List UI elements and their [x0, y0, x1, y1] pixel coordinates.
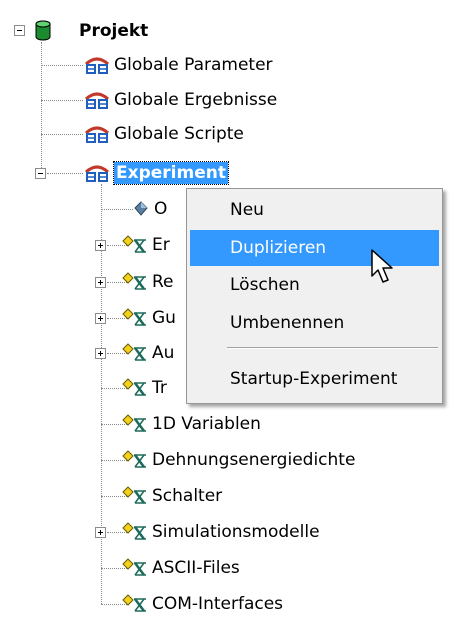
expand-re-toggle[interactable] — [95, 277, 106, 288]
menu-item-label: Neu — [230, 200, 264, 220]
tree-item-re[interactable]: Re — [122, 269, 174, 295]
tree-item-label: Re — [152, 272, 174, 292]
parameter-group-icon — [84, 162, 110, 184]
arrow-pointer-icon — [370, 248, 400, 288]
variable-folder-icon — [122, 521, 148, 543]
parameter-group-icon — [84, 54, 110, 76]
collapse-experiment-toggle[interactable] — [35, 168, 46, 179]
tree-item-label: Tr — [152, 378, 167, 398]
menu-item-label: Duplizieren — [230, 238, 327, 258]
variable-folder-icon — [122, 271, 148, 293]
tree-item-tr[interactable]: Tr — [122, 375, 167, 401]
tree-item-label: Er — [152, 235, 170, 255]
tree-item-label-selected: Experiment — [113, 161, 229, 185]
variable-folder-icon — [122, 557, 148, 579]
expand-er-toggle[interactable] — [95, 240, 106, 251]
tree-item-label: O — [154, 199, 168, 219]
variable-folder-icon — [122, 413, 148, 435]
menu-item-label: Startup-Experiment — [230, 369, 398, 389]
tree-item-label: Globale Scripte — [114, 124, 244, 144]
tree-item-1d-variablen[interactable]: 1D Variablen — [122, 411, 261, 437]
database-icon — [33, 20, 55, 42]
tree-item-label: Gu — [152, 308, 176, 328]
variable-folder-icon — [122, 485, 148, 507]
tree-item-experiment[interactable]: Experiment — [84, 160, 229, 186]
menu-item-label: Löschen — [230, 275, 300, 295]
tree-item-label: COM-Interfaces — [152, 594, 284, 614]
tree-root-projekt[interactable]: Projekt — [33, 18, 148, 44]
menu-item-neu[interactable]: Neu — [190, 192, 439, 228]
menu-item-startup-experiment[interactable]: Startup-Experiment — [190, 361, 439, 397]
tree-item-label: Au — [152, 343, 175, 363]
tree-item-label: Globale Parameter — [114, 55, 273, 75]
menu-separator — [227, 347, 438, 349]
tree-item-globale-ergebnisse[interactable]: Globale Ergebnisse — [84, 87, 277, 113]
variable-folder-icon — [122, 342, 148, 364]
tree-item-simulationsmodelle[interactable]: Simulationsmodelle — [122, 519, 320, 545]
tree-item-er[interactable]: Er — [122, 232, 170, 258]
tree-item-o[interactable]: O — [132, 196, 167, 222]
tree-item-globale-scripte[interactable]: Globale Scripte — [84, 121, 244, 147]
tree-item-schalter[interactable]: Schalter — [122, 483, 222, 509]
tree-item-label: Dehnungsenergiedichte — [152, 450, 356, 470]
tree-line — [41, 134, 83, 135]
tree-item-label: 1D Variablen — [152, 414, 261, 434]
tree-item-label: Simulationsmodelle — [152, 522, 320, 542]
expand-simulationsmodelle-toggle[interactable] — [95, 527, 106, 538]
tree-line — [101, 209, 133, 210]
tree-line — [41, 100, 83, 101]
tree-item-label: Schalter — [152, 486, 223, 506]
variable-folder-icon — [122, 307, 148, 329]
variable-folder-icon — [122, 449, 148, 471]
diamond-icon — [132, 198, 150, 220]
collapse-root-toggle[interactable] — [14, 25, 25, 36]
tree-item-label: ASCII-Files — [152, 558, 240, 578]
tree-line — [41, 42, 42, 174]
tree-item-au[interactable]: Au — [122, 340, 174, 366]
tree-item-ascii-files[interactable]: ASCII-Files — [122, 555, 240, 581]
expand-gu-toggle[interactable] — [95, 313, 106, 324]
tree-item-globale-parameter[interactable]: Globale Parameter — [84, 52, 273, 78]
menu-item-label: Umbenennen — [230, 313, 345, 333]
parameter-group-icon — [84, 89, 110, 111]
tree-line — [41, 65, 83, 66]
variable-folder-icon — [122, 234, 148, 256]
variable-folder-icon — [122, 593, 148, 615]
tree-item-com-interfaces[interactable]: COM-Interfaces — [122, 591, 283, 617]
tree-item-gu[interactable]: Gu — [122, 305, 176, 331]
menu-item-umbenennen[interactable]: Umbenennen — [190, 305, 439, 341]
tree-line — [47, 173, 83, 174]
parameter-group-icon — [84, 123, 110, 145]
variable-folder-icon — [122, 377, 148, 399]
tree-item-label: Globale Ergebnisse — [114, 90, 278, 110]
context-menu: Neu Duplizieren Löschen Umbenennen Start… — [186, 188, 443, 404]
expand-au-toggle[interactable] — [95, 348, 106, 359]
menu-item-loeschen[interactable]: Löschen — [190, 267, 439, 303]
tree-root-label: Projekt — [79, 21, 149, 41]
menu-item-duplizieren[interactable]: Duplizieren — [190, 230, 439, 266]
tree-item-dehnungsenergiedichte[interactable]: Dehnungsenergiedichte — [122, 447, 355, 473]
